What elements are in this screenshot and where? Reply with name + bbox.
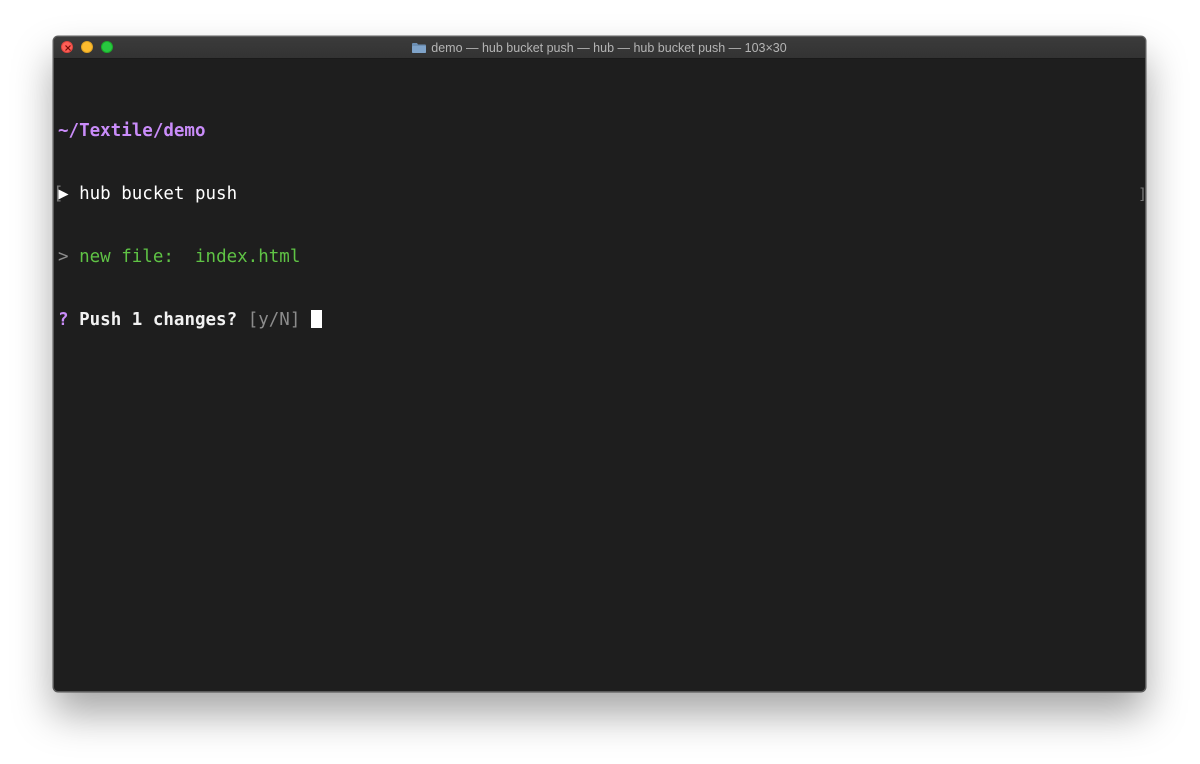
- change-marker: >: [58, 247, 69, 267]
- title-bar[interactable]: demo — hub bucket push — hub — hub bucke…: [54, 37, 1145, 59]
- folder-icon: [412, 42, 427, 53]
- terminal-window: demo — hub bucket push — hub — hub bucke…: [53, 36, 1146, 692]
- command-text: hub bucket push: [79, 184, 238, 204]
- change-file: index.html: [195, 247, 301, 267]
- command-line: [▶ hub bucket push]: [54, 184, 1145, 205]
- change-line: > new file: index.html: [58, 247, 1141, 268]
- window-title: demo — hub bucket push — hub — hub bucke…: [54, 37, 1145, 58]
- mark-bracket-left: [: [53, 184, 64, 204]
- change-label: new file:: [79, 247, 174, 267]
- window-title-text: demo — hub bucket push — hub — hub bucke…: [431, 40, 787, 55]
- mark-bracket-right: ]: [1138, 184, 1145, 205]
- text-cursor[interactable]: [310, 310, 322, 328]
- current-directory: ~/Textile/demo: [58, 121, 206, 141]
- terminal-output[interactable]: ~/Textile/demo [▶ hub bucket push] > new…: [54, 79, 1145, 373]
- question-mark: ?: [58, 310, 69, 330]
- question-text: Push 1 changes?: [79, 310, 238, 330]
- question-options: [y/N]: [247, 310, 301, 330]
- cwd-line: ~/Textile/demo: [58, 121, 1141, 142]
- question-line: ? Push 1 changes? [y/N]: [58, 310, 1141, 331]
